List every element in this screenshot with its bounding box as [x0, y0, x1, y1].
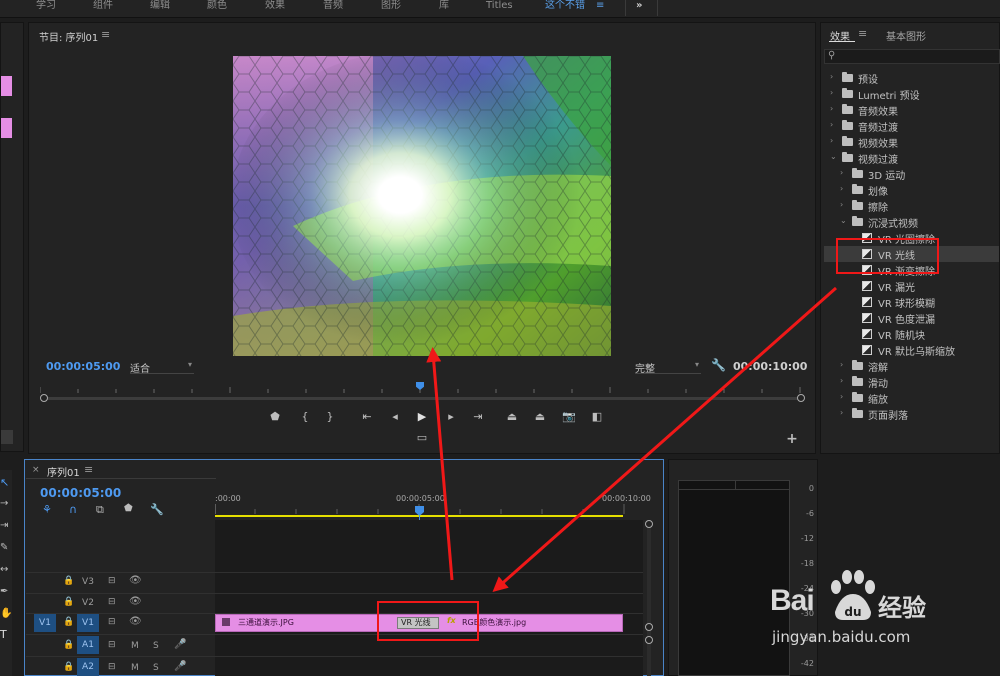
- svg-text:du: du: [844, 605, 861, 619]
- arrow-effect-to-timeline: [492, 286, 837, 592]
- watermark-brand: Bai: [770, 584, 815, 617]
- arrow-timeline-to-monitor: [426, 347, 454, 581]
- baidu-jingyan-watermark: Bai du 经验 jingyan.baidu.com: [770, 570, 1000, 660]
- watermark-brand-cn: 经验: [878, 594, 926, 622]
- paw-logo-icon: du: [831, 570, 875, 620]
- watermark-url: jingyan.baidu.com: [772, 628, 911, 646]
